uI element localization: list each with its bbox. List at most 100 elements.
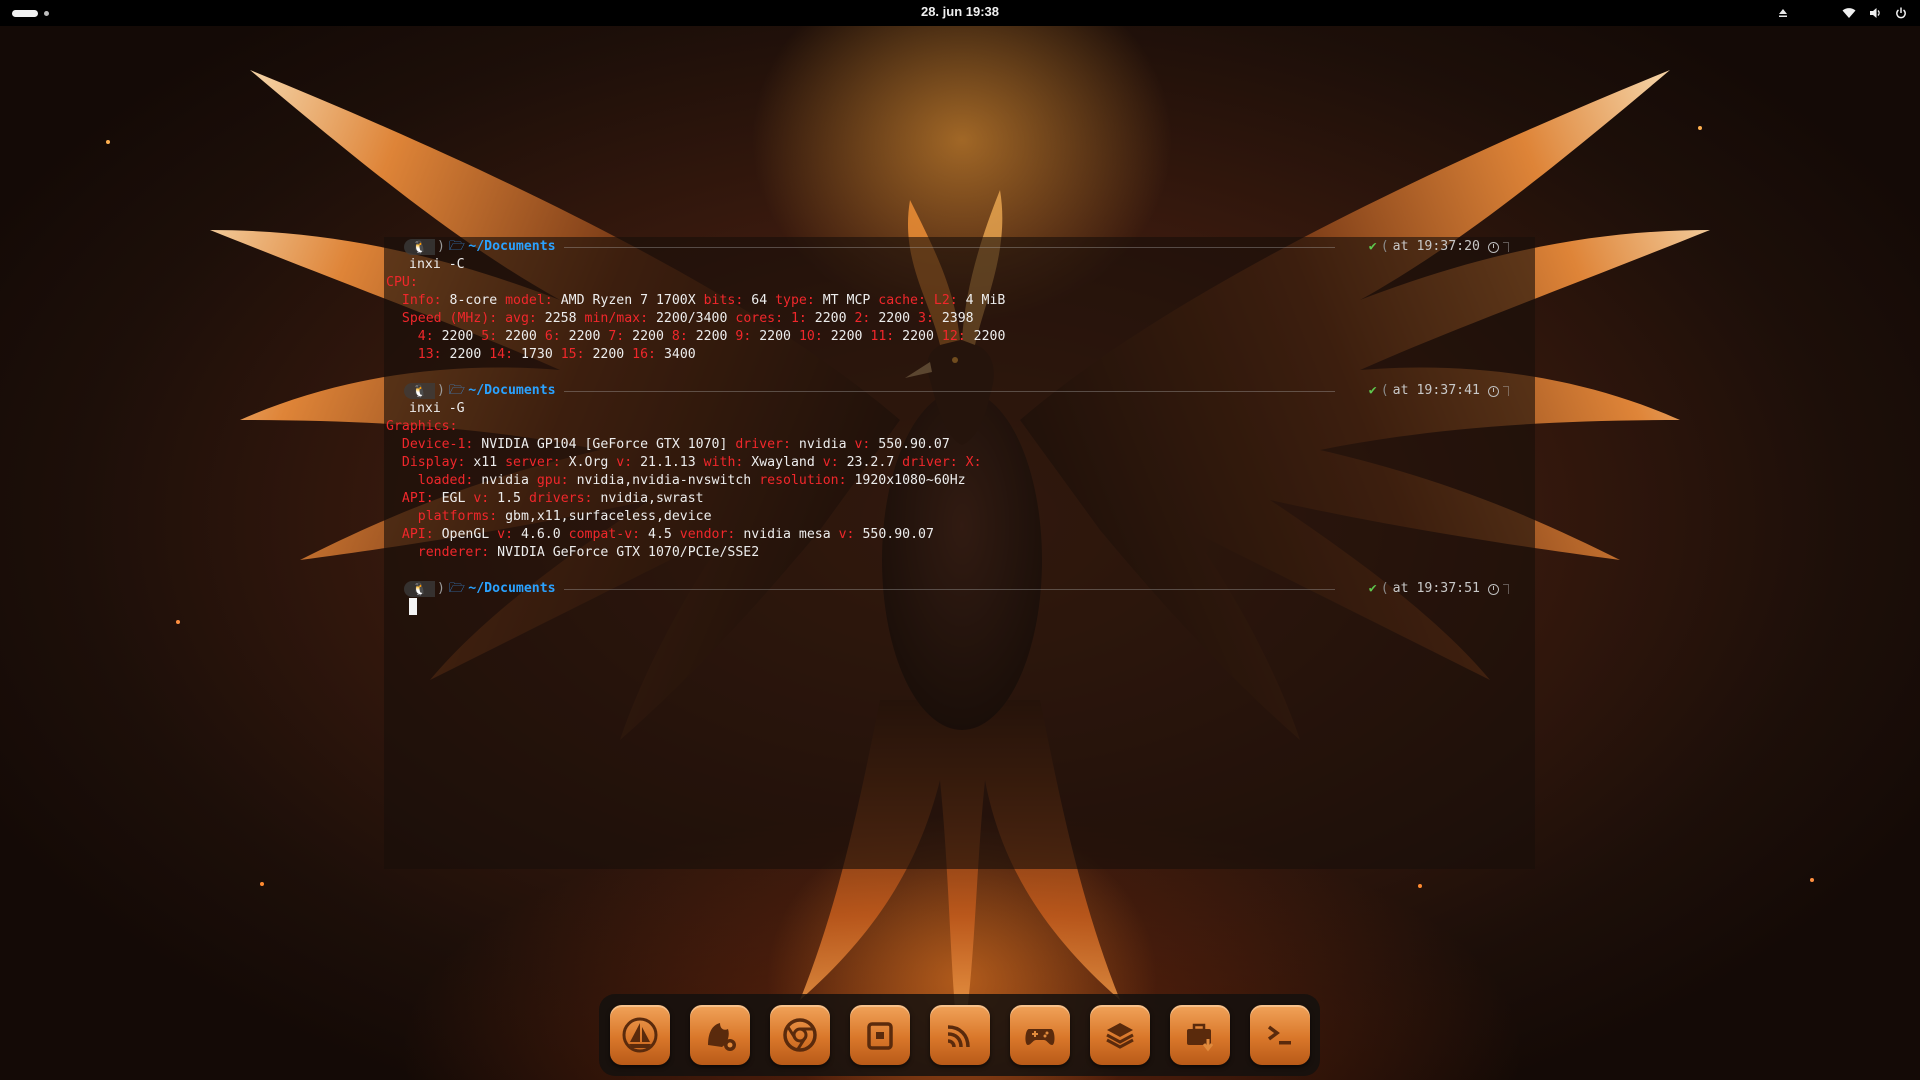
output-value: 2200: [568, 329, 609, 344]
output-label: vendor:: [679, 527, 744, 542]
text-cursor[interactable]: [409, 598, 417, 615]
browser-icon[interactable]: [769, 1005, 830, 1065]
output-label: server:: [505, 455, 569, 470]
output-line: Graphics:: [386, 418, 457, 436]
success-check-icon: ✔: [1368, 383, 1377, 398]
files-icon[interactable]: [849, 1005, 910, 1065]
output-value: Xwayland: [751, 455, 823, 470]
output-label: v:: [473, 491, 498, 506]
output-label: with:: [703, 455, 752, 470]
clock-icon: [1488, 385, 1499, 397]
prompt-rule: [564, 247, 1335, 248]
wifi-icon[interactable]: [1842, 6, 1856, 20]
output-label: Graphics:: [386, 419, 458, 434]
output-value: X.Org: [568, 455, 617, 470]
output-label: 9:: [735, 329, 760, 344]
output-label: v:: [497, 527, 521, 542]
output-label: 12:: [941, 329, 974, 344]
output-label: v:: [854, 437, 879, 452]
output-label: driver:: [735, 437, 799, 452]
output-line: Speed (MHz): avg: 2258 min/max: 2200/340…: [386, 310, 974, 328]
prompt-separator-icon: ): [436, 239, 445, 254]
output-label: platforms:: [386, 509, 506, 524]
output-label: avg:: [505, 311, 545, 326]
output-label: Speed (MHz):: [386, 311, 506, 326]
output-label: 16:: [632, 347, 664, 362]
prompt-separator-icon: (: [1380, 383, 1389, 398]
output-value: 1920x1080~60Hz: [854, 473, 966, 488]
output-value: nvidia,swrast: [600, 491, 704, 506]
command-line: inxi -G: [409, 400, 465, 418]
output-value: nvidia mesa: [743, 527, 839, 542]
prompt-directory: ~/Documents: [468, 239, 556, 254]
boat-launcher-icon[interactable]: [609, 1005, 670, 1065]
activities-indicator[interactable]: [12, 8, 49, 18]
output-label: 15:: [560, 347, 593, 362]
output-value: 2200: [814, 311, 855, 326]
output-label: type:: [775, 293, 823, 308]
folder-icon: 🗁: [448, 383, 466, 398]
linux-penguin-icon: 🐧: [404, 383, 435, 399]
power-icon[interactable]: [1894, 6, 1908, 20]
eject-icon[interactable]: [1776, 6, 1790, 20]
output-line: API: EGL v: 1.5 drivers: nvidia,swrast: [386, 490, 704, 508]
output-value: EGL: [441, 491, 474, 506]
clock: 28. jun 19:38: [0, 4, 1920, 19]
gamepad-icon[interactable]: [1009, 1005, 1070, 1065]
prompt-directory: ~/Documents: [468, 581, 556, 596]
prompt-right-segment: ✔ ( at 19:37:20: [1369, 238, 1499, 256]
app-settings-icon[interactable]: [689, 1005, 750, 1065]
prompt-left-segment: 🐧 ) 🗁 ~/Documents: [404, 580, 556, 598]
output-value: 2398: [941, 311, 974, 326]
system-tray[interactable]: [1776, 4, 1908, 22]
output-label: cores: 1:: [735, 311, 815, 326]
output-value: 2200/3400: [655, 311, 736, 326]
output-value: 2200: [449, 347, 490, 362]
output-label: 5:: [481, 329, 506, 344]
output-label: drivers:: [528, 491, 601, 506]
output-label: API:: [386, 491, 442, 506]
output-line: Display: x11 server: X.Org v: 21.1.13 wi…: [386, 454, 982, 472]
output-value: NVIDIA GP104 [GeForce GTX 1070]: [481, 437, 736, 452]
prompt-line: 🐧 ) 🗁 ~/Documents ✔ ( at 19:37:51: [384, 580, 1535, 598]
prompt-line: 🐧 ) 🗁 ~/Documents ✔ ( at 19:37:41: [384, 382, 1535, 400]
output-value: nvidia: [798, 437, 855, 452]
terminal-window[interactable]: 🐧 ) 🗁 ~/Documents ✔ ( at 19:37:20 inxi -…: [384, 237, 1535, 869]
output-value: 2200: [878, 311, 919, 326]
output-label: resolution:: [759, 473, 855, 488]
podcast-icon[interactable]: [929, 1005, 990, 1065]
output-value: 8-core: [449, 293, 506, 308]
output-value: 4.6.0: [520, 527, 569, 542]
workspace-dot[interactable]: [44, 10, 49, 16]
output-label: renderer:: [386, 545, 498, 560]
output-line: 4: 2200 5: 2200 6: 2200 7: 2200 8: 2200 …: [386, 328, 1006, 346]
terminal-icon[interactable]: [1249, 1005, 1310, 1065]
output-value: 2200: [592, 347, 633, 362]
output-value: nvidia,nvidia-nvswitch: [576, 473, 760, 488]
clock-datetime[interactable]: 28. jun 19:38: [921, 4, 999, 19]
stack-icon[interactable]: [1089, 1005, 1150, 1065]
output-value: OpenGL: [441, 527, 498, 542]
output-value: 2200: [505, 329, 545, 344]
clock-icon: [1488, 241, 1499, 253]
prompt-separator-icon: (: [1380, 581, 1389, 596]
prompt-right-segment: ✔ ( at 19:37:41: [1369, 382, 1499, 400]
output-value: gbm,x11,surfaceless,device: [505, 509, 712, 524]
workspace-active-pill[interactable]: [12, 9, 38, 17]
output-value: nvidia: [481, 473, 537, 488]
output-label: API:: [386, 527, 442, 542]
output-label: CPU:: [386, 275, 418, 290]
volume-icon[interactable]: [1868, 6, 1882, 20]
output-label: 2:: [854, 311, 879, 326]
command-line: inxi -C: [409, 256, 465, 274]
output-label: 6:: [544, 329, 569, 344]
output-value: 64: [751, 293, 776, 308]
output-label: v:: [838, 527, 863, 542]
prompt-rule: [564, 391, 1335, 392]
prompt-time: at 19:37:51: [1392, 581, 1480, 596]
folder-icon: 🗁: [448, 581, 466, 596]
output-value: AMD Ryzen 7 1700X: [560, 293, 704, 308]
toolbox-icon[interactable]: [1169, 1005, 1230, 1065]
output-label: v:: [616, 455, 641, 470]
output-value: 1730: [521, 347, 561, 362]
